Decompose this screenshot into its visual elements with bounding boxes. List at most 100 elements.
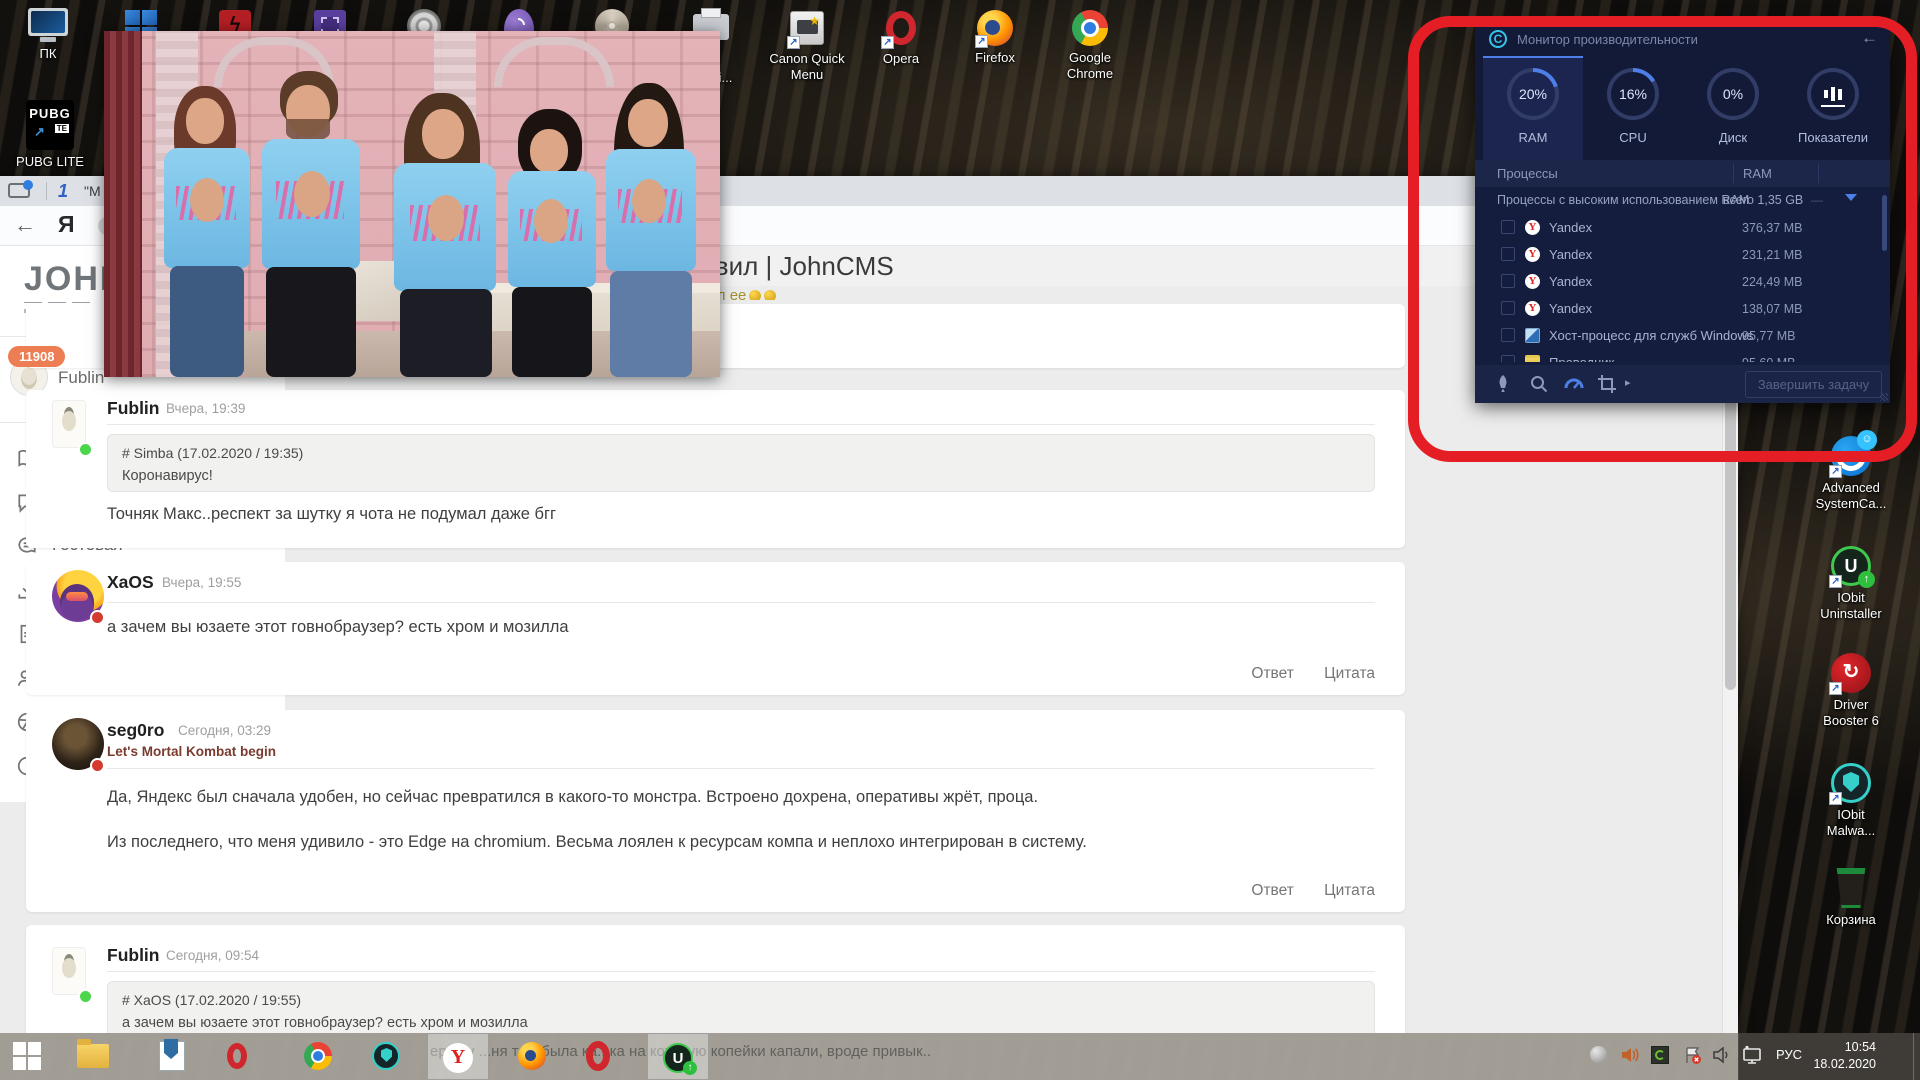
- post-time: Сегодня, 03:29: [178, 723, 271, 738]
- chrome-icon: [1072, 10, 1108, 46]
- pubg-lite-label: PUBG LITE: [12, 154, 88, 170]
- tab-preview-icon[interactable]: [8, 183, 30, 198]
- post-card: XaOS Вчера, 19:55 а зачем вы юзаете этот…: [26, 562, 1405, 695]
- taskbar-file-explorer[interactable]: [77, 1040, 109, 1068]
- audience-person: [502, 109, 602, 377]
- show-desktop-button[interactable]: [1913, 1033, 1920, 1080]
- reply-link[interactable]: Ответ: [1251, 882, 1293, 899]
- online-status-icon: [90, 610, 105, 625]
- taskbar: ерва у ...ня там была ка...ка на которую…: [0, 1033, 1920, 1080]
- iobit-uninstaller-icon: U↑↗: [1831, 546, 1871, 586]
- post-body: а зачем вы юзаете этот говнобраузер? ест…: [107, 618, 1375, 637]
- chrome-label-line2: Chrome: [1067, 66, 1113, 81]
- tray-speaker-orange-icon[interactable]: [1620, 1046, 1640, 1064]
- taskbar-yandex-browser-active[interactable]: Y: [427, 1033, 489, 1080]
- quote-link[interactable]: Цитата: [1324, 665, 1375, 682]
- post-card: Fublin Сегодня, 09:54 # XaOS (17.02.2020…: [26, 925, 1405, 1033]
- desktop-icon-opera[interactable]: ↗ Opera: [863, 10, 939, 67]
- start-button[interactable]: [13, 1042, 41, 1070]
- audience-person: [254, 71, 369, 377]
- audience-person: [152, 86, 262, 377]
- desktop-icon-iobit-malware-fighter[interactable]: ↗ IObitMalwa...: [1813, 763, 1889, 839]
- post-signature: Let's Mortal Kombat begin: [107, 744, 276, 759]
- canon-label-line2: Menu: [791, 67, 824, 82]
- taskbar-opera-2[interactable]: [586, 1040, 610, 1071]
- post-card: seg0ro Сегодня, 03:29 Let's Mortal Komba…: [26, 710, 1405, 912]
- audience-person: [386, 93, 506, 377]
- opera-label: Opera: [863, 51, 939, 67]
- tray-nvidia-icon[interactable]: [1651, 1046, 1669, 1064]
- tray-hidden-icons[interactable]: [1590, 1046, 1607, 1063]
- firefox-label: Firefox: [957, 50, 1033, 66]
- canon-label-line1: Canon Quick: [769, 51, 844, 66]
- emoji-icon: [764, 290, 776, 300]
- post-body: Да, Яндекс был сначала удобен, но сейчас…: [107, 788, 1375, 807]
- sidebar-username[interactable]: Fublin: [58, 368, 104, 388]
- desktop-icon-recycle-bin[interactable]: Корзина: [1813, 868, 1889, 928]
- emoji-icon: [749, 290, 761, 300]
- opera-icon: ↗: [883, 11, 919, 47]
- clock-date: 18.02.2020: [1813, 1056, 1876, 1073]
- desktop-icon-driver-booster[interactable]: ↻↗ DriverBooster 6: [1813, 653, 1889, 729]
- desktop-icon-firefox[interactable]: ↗ Firefox: [957, 10, 1033, 66]
- online-status-icon: [78, 989, 93, 1004]
- tray-flag-icon[interactable]: [1683, 1046, 1703, 1065]
- clock[interactable]: 10:54 18.02.2020: [1813, 1039, 1876, 1073]
- canon-quick-menu-icon: ★↗: [789, 11, 825, 47]
- reply-link[interactable]: Ответ: [1251, 665, 1293, 682]
- online-status-icon: [78, 442, 93, 457]
- chrome-label-line1: Google: [1069, 50, 1111, 65]
- quote-header: # XaOS (17.02.2020 / 19:55): [122, 992, 1360, 1008]
- desktop-screen: ПК ϟ on0 seri... ★↗ Canon QuickMenu ↗ Op…: [0, 0, 1920, 1080]
- iobit-malware-fighter-icon: ↗: [1831, 763, 1871, 803]
- post-body: Из последнего, что меня удивило - это Ed…: [107, 833, 1375, 852]
- post-time: Сегодня, 09:54: [166, 948, 259, 963]
- avatar[interactable]: [52, 947, 86, 995]
- yandex-browser-icon[interactable]: Я: [58, 211, 75, 238]
- driver-booster-icon: ↻↗: [1831, 653, 1871, 693]
- stage-curtain: [104, 31, 142, 377]
- taskbar-chrome[interactable]: [304, 1040, 332, 1070]
- red-highlight-box: [1408, 16, 1917, 462]
- online-status-icon: [90, 758, 105, 773]
- quote-block: # Simba (17.02.2020 / 19:35) Коронавирус…: [107, 434, 1375, 492]
- language-indicator[interactable]: РУС: [1776, 1047, 1802, 1062]
- channel-one-favicon: 1: [58, 181, 78, 201]
- quote-header: # Simba (17.02.2020 / 19:35): [122, 445, 1360, 461]
- tray-network-icon[interactable]: [1742, 1045, 1764, 1065]
- clock-time: 10:54: [1813, 1039, 1876, 1056]
- post-author[interactable]: Fublin: [107, 398, 159, 419]
- firefox-icon: ↗: [977, 10, 1013, 46]
- avatar[interactable]: [52, 400, 86, 448]
- quote-body: а зачем вы юзаете этот говнобраузер? ест…: [122, 1015, 1360, 1031]
- taskbar-firefox[interactable]: [518, 1040, 546, 1070]
- post-author[interactable]: Fublin: [107, 945, 159, 966]
- taskbar-iobit-malware-fighter[interactable]: [372, 1040, 400, 1070]
- desktop-icon-iobit-uninstaller[interactable]: U↑↗ IObitUninstaller: [1813, 546, 1889, 622]
- desktop-icon-chrome[interactable]: GoogleChrome: [1052, 10, 1128, 82]
- quote-body: Коронавирус!: [122, 468, 1360, 484]
- recycle-bin-icon: [1813, 868, 1889, 908]
- this-pc-label: ПК: [10, 46, 86, 62]
- active-tab-title[interactable]: "М: [84, 183, 101, 199]
- quote-block: # XaOS (17.02.2020 / 19:55) а зачем вы ю…: [107, 981, 1375, 1033]
- back-button[interactable]: ←: [14, 212, 36, 238]
- audience-person: [596, 83, 706, 377]
- taskbar-iobit-uninstaller-active[interactable]: U↑: [647, 1033, 709, 1080]
- desktop-icon-this-pc[interactable]: ПК: [10, 8, 86, 62]
- post-time: Вчера, 19:39: [166, 401, 245, 416]
- taskbar-document-app[interactable]: [159, 1041, 185, 1071]
- post-author[interactable]: XaOS: [107, 572, 154, 593]
- taskbar-opera[interactable]: [227, 1040, 247, 1069]
- desktop-icon-canon-quick-menu[interactable]: ★↗ Canon QuickMenu: [769, 10, 845, 83]
- post-body: Точняк Макс..респект за шутку я чота не …: [107, 505, 1375, 524]
- post-card: Fublin Вчера, 19:39 # Simba (17.02.2020 …: [26, 390, 1405, 548]
- post-time: Вчера, 19:55: [162, 575, 241, 590]
- quote-link[interactable]: Цитата: [1324, 882, 1375, 899]
- desktop-icon-pubg-lite[interactable]: PUBG TE↗ PUBG LITE: [12, 100, 88, 170]
- notification-count-badge: 11908: [8, 346, 65, 367]
- tray-volume-icon[interactable]: [1712, 1046, 1732, 1064]
- this-pc-icon: [10, 8, 86, 42]
- video-overlay[interactable]: [104, 31, 720, 377]
- post-author[interactable]: seg0ro: [107, 720, 164, 741]
